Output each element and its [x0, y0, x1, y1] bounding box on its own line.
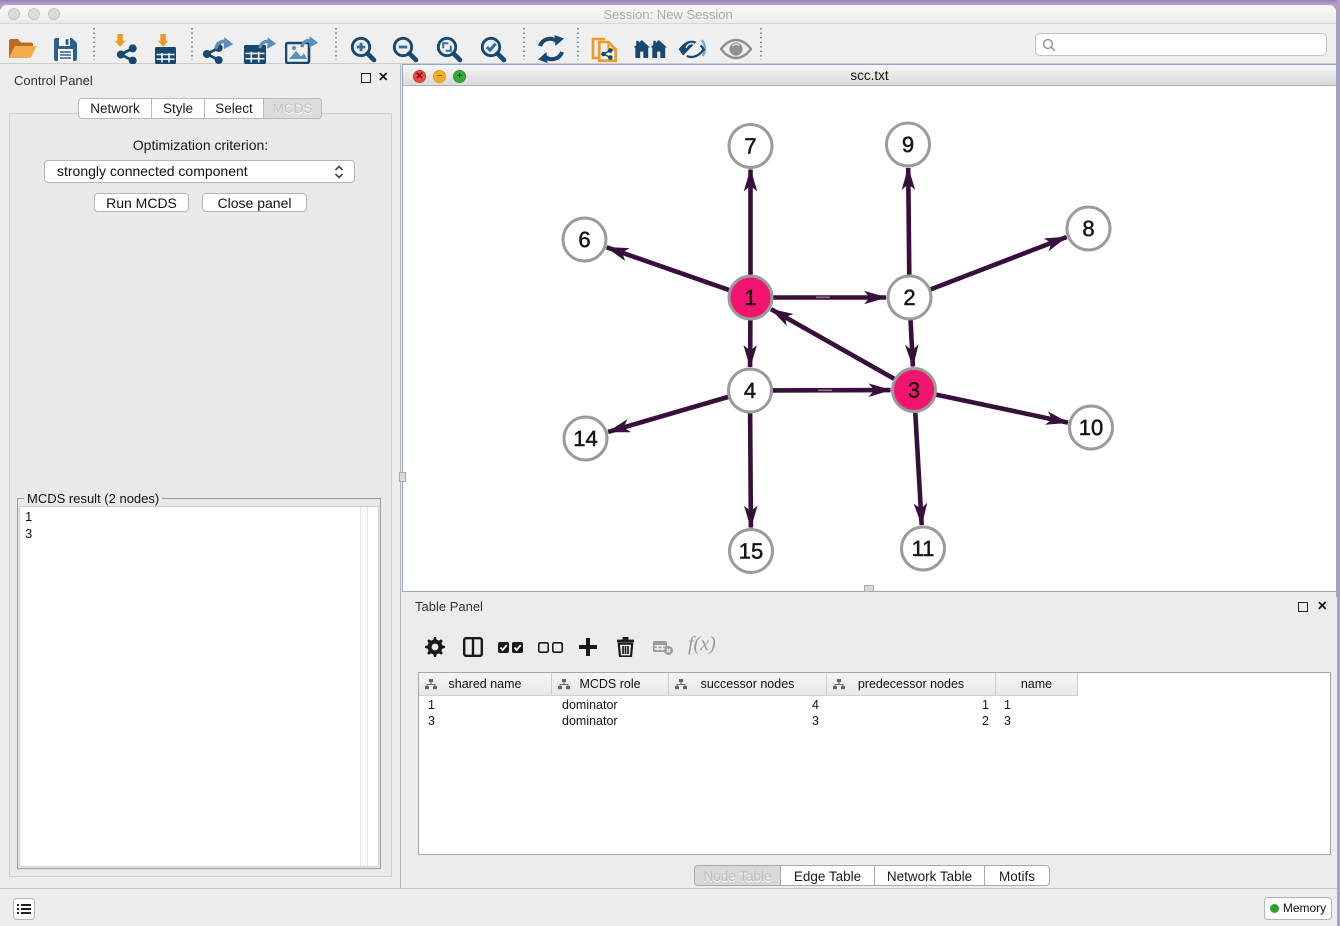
svg-text:15: 15	[739, 539, 763, 564]
svg-text:14: 14	[573, 426, 597, 451]
svg-text:4: 4	[744, 378, 756, 403]
svg-text:11: 11	[912, 536, 935, 561]
svg-text:8: 8	[1082, 216, 1094, 241]
svg-text:6: 6	[578, 227, 590, 252]
svg-text:9: 9	[902, 132, 914, 157]
svg-text:3: 3	[908, 378, 920, 403]
svg-text:2: 2	[903, 285, 915, 310]
svg-text:7: 7	[744, 134, 756, 159]
svg-text:1: 1	[744, 285, 756, 310]
svg-text:10: 10	[1079, 415, 1103, 440]
